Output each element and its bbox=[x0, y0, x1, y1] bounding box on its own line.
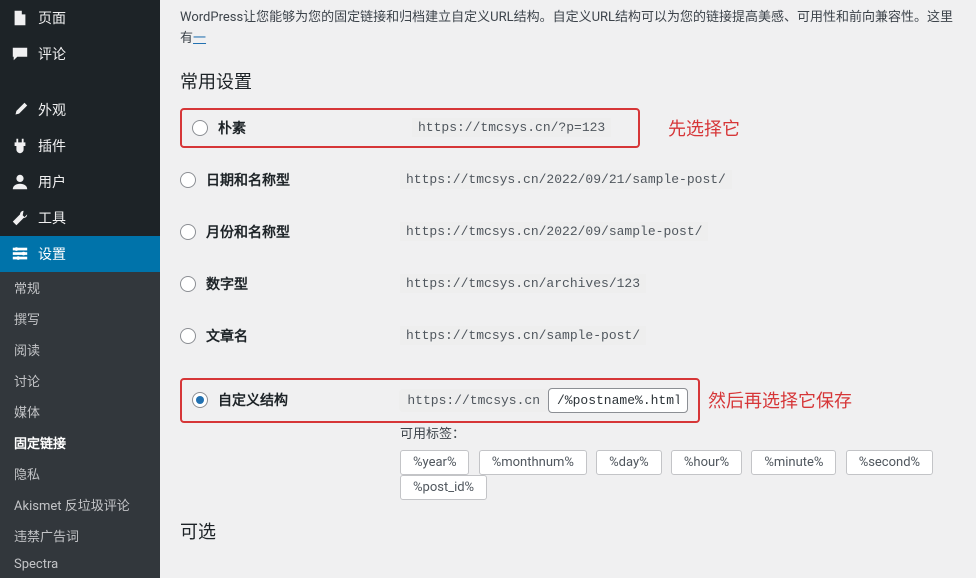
user-icon bbox=[10, 172, 30, 192]
sub-item-writing[interactable]: 撰写 bbox=[0, 303, 160, 334]
sidebar-item-label: 页面 bbox=[38, 8, 66, 28]
sidebar-item-label: 插件 bbox=[38, 136, 66, 156]
intro-text: WordPress让您能够为您的固定链接和归档建立自定义URL结构。自定义URL… bbox=[180, 0, 956, 50]
settings-submenu: 常规 撰写 阅读 讨论 媒体 固定链接 隐私 Akismet 反垃圾评论 违禁广… bbox=[0, 272, 160, 578]
radio-custom[interactable] bbox=[192, 392, 208, 408]
sub-item-adwords[interactable]: 违禁广告词 bbox=[0, 520, 160, 551]
sub-item-media[interactable]: 媒体 bbox=[0, 396, 160, 427]
main-content: WordPress让您能够为您的固定链接和归档建立自定义URL结构。自定义URL… bbox=[160, 0, 976, 556]
sub-item-spectra[interactable]: Spectra bbox=[0, 551, 160, 578]
radio-numeric[interactable] bbox=[180, 276, 196, 292]
sub-item-general[interactable]: 常规 bbox=[0, 272, 160, 303]
brush-icon bbox=[10, 100, 30, 120]
radio-monthname[interactable] bbox=[180, 224, 196, 240]
sidebar-item-label: 用户 bbox=[38, 172, 66, 192]
tag-btn-second[interactable]: %second% bbox=[846, 450, 933, 475]
tag-btn-monthnum[interactable]: %monthnum% bbox=[479, 450, 587, 475]
url-sample-numeric: https://tmcsys.cn/archives/123 bbox=[400, 274, 646, 293]
tag-buttons: %year% %monthnum% %day% %hour% %minute% … bbox=[400, 450, 956, 500]
sidebar-item-label: 外观 bbox=[38, 100, 66, 120]
admin-sidebar: 页面 评论 外观 插件 用户 工具 设置 常规 撰写 阅读 bbox=[0, 0, 160, 556]
sub-item-permalinks[interactable]: 固定链接 bbox=[0, 427, 160, 458]
opt-label-custom: 自定义结构 bbox=[218, 390, 288, 410]
sub-item-privacy[interactable]: 隐私 bbox=[0, 458, 160, 489]
tag-btn-minute[interactable]: %minute% bbox=[751, 450, 836, 475]
available-tags-label: 可用标签： bbox=[400, 423, 956, 442]
radio-postname[interactable] bbox=[180, 328, 196, 344]
wrench-icon bbox=[10, 208, 30, 228]
annotation-second: 然后再选择它保存 bbox=[708, 387, 852, 413]
sidebar-item-label: 评论 bbox=[38, 44, 66, 64]
custom-structure-input[interactable] bbox=[548, 388, 688, 413]
radio-dayname[interactable] bbox=[180, 172, 196, 188]
tag-btn-postid[interactable]: %post_id% bbox=[400, 475, 487, 500]
sub-item-akismet[interactable]: Akismet 反垃圾评论 bbox=[0, 489, 160, 520]
sidebar-item-settings[interactable]: 设置 bbox=[0, 236, 160, 272]
intro-text-span: WordPress让您能够为您的固定链接和归档建立自定义URL结构。自定义URL… bbox=[180, 10, 953, 46]
highlight-box-plain: 朴素 https://tmcsys.cn/?p=123 bbox=[180, 108, 640, 148]
section-heading-optional: 可选 bbox=[180, 518, 956, 544]
sidebar-item-plugins[interactable]: 插件 bbox=[0, 128, 160, 164]
highlight-box-custom: 自定义结构 https://tmcsys.cn bbox=[180, 378, 700, 423]
plug-icon bbox=[10, 136, 30, 156]
custom-prefix: https://tmcsys.cn bbox=[399, 389, 548, 412]
sidebar-item-label: 工具 bbox=[38, 208, 66, 228]
annotation-first: 先选择它 bbox=[668, 115, 740, 141]
opt-label-dayname: 日期和名称型 bbox=[206, 170, 290, 190]
tag-btn-hour[interactable]: %hour% bbox=[671, 450, 742, 475]
opt-label-numeric: 数字型 bbox=[206, 274, 248, 294]
sidebar-item-label: 设置 bbox=[38, 244, 66, 264]
url-sample-postname: https://tmcsys.cn/sample-post/ bbox=[400, 326, 646, 345]
opt-label-plain: 朴素 bbox=[218, 118, 246, 138]
sidebar-item-pages[interactable]: 页面 bbox=[0, 0, 160, 36]
section-heading-common: 常用设置 bbox=[180, 68, 956, 94]
sidebar-item-comments[interactable]: 评论 bbox=[0, 36, 160, 72]
settings-icon bbox=[10, 244, 30, 264]
url-sample-plain: https://tmcsys.cn/?p=123 bbox=[412, 118, 611, 137]
tag-btn-year[interactable]: %year% bbox=[400, 450, 469, 475]
opt-label-postname: 文章名 bbox=[206, 326, 248, 346]
sidebar-item-appearance[interactable]: 外观 bbox=[0, 92, 160, 128]
comment-icon bbox=[10, 44, 30, 64]
intro-link[interactable]: 一 bbox=[193, 31, 206, 46]
sidebar-item-users[interactable]: 用户 bbox=[0, 164, 160, 200]
url-sample-monthname: https://tmcsys.cn/2022/09/sample-post/ bbox=[400, 222, 708, 241]
radio-plain[interactable] bbox=[192, 120, 208, 136]
sub-item-reading[interactable]: 阅读 bbox=[0, 334, 160, 365]
page-icon bbox=[10, 8, 30, 28]
opt-label-monthname: 月份和名称型 bbox=[206, 222, 290, 242]
url-sample-dayname: https://tmcsys.cn/2022/09/21/sample-post… bbox=[400, 170, 732, 189]
sidebar-item-tools[interactable]: 工具 bbox=[0, 200, 160, 236]
tag-btn-day[interactable]: %day% bbox=[596, 450, 662, 475]
sub-item-discussion[interactable]: 讨论 bbox=[0, 365, 160, 396]
